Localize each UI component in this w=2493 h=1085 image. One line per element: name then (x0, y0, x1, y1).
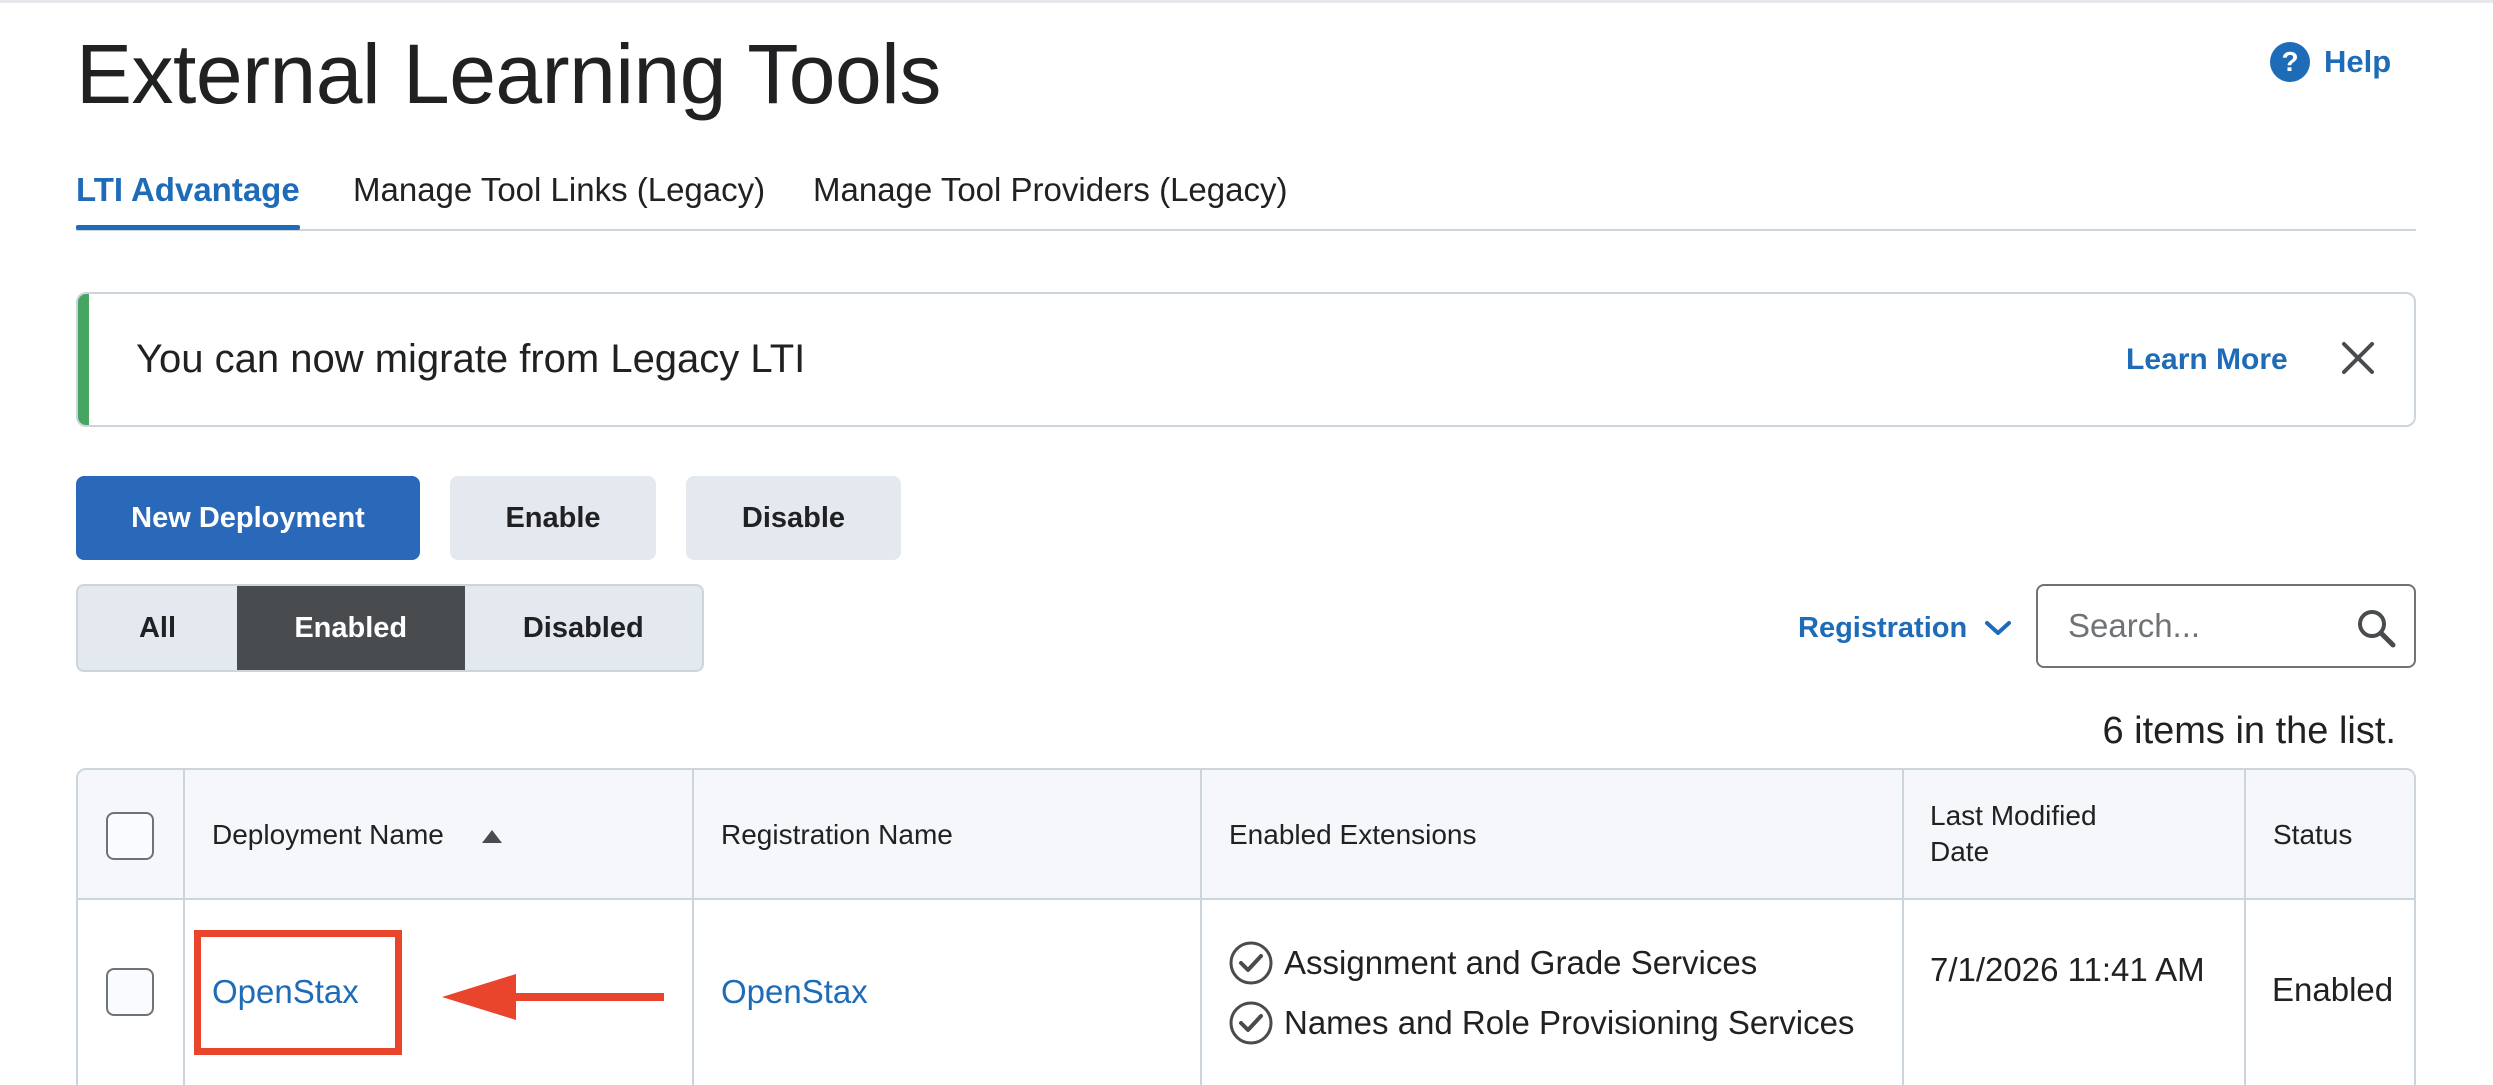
column-divider (692, 770, 694, 1085)
top-divider (0, 0, 2493, 3)
alert-accent-bar (78, 294, 89, 425)
search-box (2036, 584, 2416, 668)
search-input[interactable] (2068, 604, 2328, 648)
filter-all[interactable]: All (78, 586, 237, 670)
extension-label: Assignment and Grade Services (1284, 944, 1758, 981)
column-divider (1200, 770, 1202, 1085)
last-modified-cell: 7/1/2026 11:41 AM (1930, 951, 2205, 988)
column-header-registration-name[interactable]: Registration Name (721, 817, 953, 853)
registration-dropdown-label: Registration (1798, 612, 1968, 644)
extension-item: Names and Role Provisioning Services (1228, 1000, 1854, 1046)
check-circle-icon (1229, 1001, 1273, 1045)
extension-label: Names and Role Provisioning Services (1284, 1004, 1855, 1041)
page-title: External Learning Tools (76, 27, 941, 121)
help-circle-icon: ? (2270, 42, 2310, 82)
column-header-last-modified-date[interactable]: Last Modified Date (1930, 798, 2150, 870)
column-divider (183, 770, 185, 1085)
status-filter: All Enabled Disabled (76, 584, 704, 672)
status-cell: Enabled (2272, 971, 2394, 1008)
extension-item: Assignment and Grade Services (1228, 940, 1757, 986)
tab-manage-tool-providers[interactable]: Manage Tool Providers (Legacy) (813, 165, 1287, 215)
search-icon[interactable] (2354, 606, 2398, 650)
column-divider (2244, 770, 2246, 1085)
row-checkbox[interactable] (106, 968, 154, 1016)
column-header-status[interactable]: Status (2273, 817, 2352, 853)
sort-ascending-icon[interactable] (482, 830, 502, 843)
tab-lti-advantage[interactable]: LTI Advantage (76, 165, 300, 230)
registration-dropdown[interactable]: Registration (1798, 608, 2013, 648)
registration-name-link[interactable]: OpenStax (721, 970, 868, 1014)
column-header-deployment-name[interactable]: Deployment Name (212, 817, 444, 853)
help-link[interactable]: ? Help (2270, 42, 2391, 82)
tab-bar: LTI Advantage Manage Tool Links (Legacy)… (76, 165, 2416, 231)
column-header-enabled-extensions[interactable]: Enabled Extensions (1229, 817, 1477, 853)
annotation-arrow-icon (442, 974, 664, 1020)
select-all-checkbox[interactable] (106, 812, 154, 860)
deployments-table: Deployment Name Registration Name Enable… (76, 768, 2416, 1085)
column-divider (1902, 770, 1904, 1085)
close-icon[interactable] (2334, 334, 2382, 382)
chevron-down-icon (1985, 621, 2012, 635)
enable-button[interactable]: Enable (450, 476, 656, 560)
deployment-name-link[interactable]: OpenStax (212, 970, 359, 1014)
filter-disabled[interactable]: Disabled (465, 586, 702, 670)
list-count: 6 items in the list. (2102, 710, 2396, 752)
migration-alert: You can now migrate from Legacy LTI Lear… (76, 292, 2416, 427)
disable-button[interactable]: Disable (686, 476, 901, 560)
check-circle-icon (1229, 941, 1273, 985)
tab-manage-tool-links[interactable]: Manage Tool Links (Legacy) (353, 165, 765, 215)
new-deployment-button[interactable]: New Deployment (76, 476, 420, 560)
alert-message: You can now migrate from Legacy LTI (136, 337, 806, 381)
learn-more-link[interactable]: Learn More (2126, 340, 2288, 380)
help-label: Help (2324, 44, 2392, 79)
filter-enabled[interactable]: Enabled (236, 586, 465, 670)
